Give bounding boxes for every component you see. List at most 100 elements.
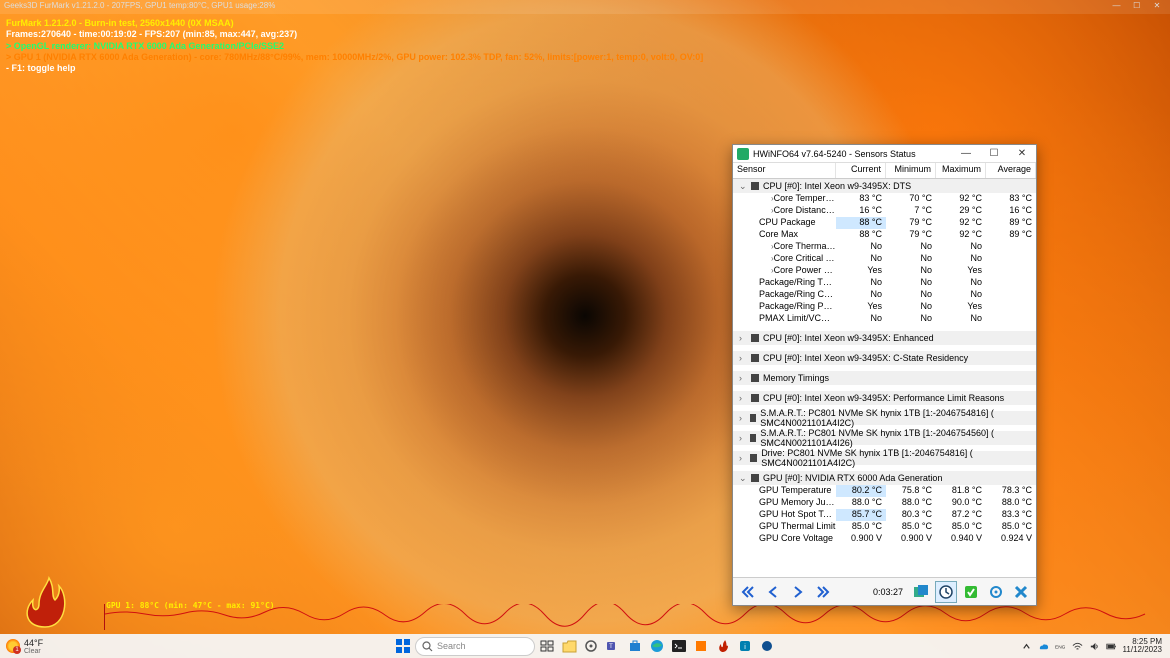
taskbar-app-hwinfo[interactable]: i bbox=[735, 636, 755, 656]
sensor-value-min: No bbox=[886, 265, 936, 277]
sensor-value-max: 92 °C bbox=[936, 217, 986, 229]
nav-next-button[interactable] bbox=[787, 581, 809, 603]
sensor-value-max: No bbox=[936, 241, 986, 253]
sensor-value-min: No bbox=[886, 277, 936, 289]
start-button[interactable] bbox=[393, 636, 413, 656]
group-smart-2[interactable]: ›S.M.A.R.T.: PC801 NVMe SK hynix 1TB [1:… bbox=[733, 431, 1036, 445]
sensor-value-avg: 88.0 °C bbox=[986, 497, 1036, 509]
taskbar-app-teams[interactable]: T bbox=[603, 636, 623, 656]
weather-widget[interactable]: 44°F Clear bbox=[6, 638, 43, 655]
sensor-value-min: 85.0 °C bbox=[886, 521, 936, 533]
svg-text:ENG: ENG bbox=[1055, 644, 1066, 650]
nav-last-button[interactable] bbox=[812, 581, 834, 603]
tray-language-icon[interactable]: ENG bbox=[1055, 641, 1066, 652]
minimize-button[interactable]: — bbox=[1108, 1, 1126, 10]
sensor-row[interactable]: ›Core Temperatures83 °C70 °C92 °C83 °C bbox=[733, 193, 1036, 205]
tray-battery-icon[interactable] bbox=[1106, 641, 1117, 652]
windows-taskbar[interactable]: 44°F Clear Search T i ENG 8:25 PM 11/12/… bbox=[0, 634, 1170, 658]
sensor-value-cur: 85.0 °C bbox=[836, 521, 886, 533]
hwinfo-titlebar[interactable]: HWiNFO64 v7.64-5240 - Sensors Status — ☐… bbox=[733, 145, 1036, 163]
taskbar-app-generic-2[interactable] bbox=[757, 636, 777, 656]
maximize-button[interactable]: ☐ bbox=[980, 145, 1008, 163]
weather-temp: 44°F bbox=[24, 638, 43, 648]
hwinfo-window[interactable]: HWiNFO64 v7.64-5240 - Sensors Status — ☐… bbox=[732, 144, 1037, 606]
reset-button[interactable] bbox=[1010, 581, 1032, 603]
tray-onedrive-icon[interactable] bbox=[1038, 641, 1049, 652]
chevron-down-icon: ⌄ bbox=[739, 473, 747, 484]
sensor-value-min: No bbox=[886, 241, 936, 253]
nav-prev-button[interactable] bbox=[762, 581, 784, 603]
sensor-row[interactable]: ›Core Distance to ...16 °C7 °C29 °C16 °C bbox=[733, 205, 1036, 217]
sensor-name: CPU Package bbox=[759, 217, 816, 227]
search-icon bbox=[422, 641, 433, 652]
logging-button[interactable] bbox=[910, 581, 932, 603]
cpu-chip-icon bbox=[751, 354, 759, 362]
taskbar-app-store[interactable] bbox=[625, 636, 645, 656]
taskbar-app-edge[interactable] bbox=[647, 636, 667, 656]
taskbar-app-explorer[interactable] bbox=[559, 636, 579, 656]
sensor-row[interactable]: Core Max88 °C79 °C92 °C89 °C bbox=[733, 229, 1036, 241]
taskbar-app-terminal[interactable] bbox=[669, 636, 689, 656]
taskbar-search[interactable]: Search bbox=[415, 637, 535, 656]
col-current[interactable]: Current bbox=[836, 163, 886, 178]
col-minimum[interactable]: Minimum bbox=[886, 163, 936, 178]
taskbar-clock[interactable]: 8:25 PM 11/12/2023 bbox=[1123, 638, 1162, 654]
sensor-row[interactable]: GPU Memory Junctio...88.0 °C88.0 °C90.0 … bbox=[733, 497, 1036, 509]
sensor-row[interactable]: GPU Temperature80.2 °C75.8 °C81.8 °C78.3… bbox=[733, 485, 1036, 497]
save-button[interactable] bbox=[960, 581, 982, 603]
maximize-button[interactable]: ☐ bbox=[1128, 1, 1146, 10]
group-cpu-dts[interactable]: ⌄CPU [#0]: Intel Xeon w9-3495X: DTS bbox=[733, 179, 1036, 193]
sensor-row[interactable]: CPU Package88 °C79 °C92 °C89 °C bbox=[733, 217, 1036, 229]
minimize-button[interactable]: — bbox=[952, 145, 980, 163]
close-button[interactable]: ✕ bbox=[1008, 145, 1036, 163]
sensor-row[interactable]: PMAX Limit/VCCIN U...NoNoNo bbox=[733, 313, 1036, 325]
sensor-value-cur: No bbox=[836, 289, 886, 301]
tray-wifi-icon[interactable] bbox=[1072, 641, 1083, 652]
sensor-value-avg bbox=[986, 265, 1036, 277]
sensor-value-min: No bbox=[886, 253, 936, 265]
taskbar-app-generic-1[interactable] bbox=[691, 636, 711, 656]
sensor-row[interactable]: GPU Thermal Limit85.0 °C85.0 °C85.0 °C85… bbox=[733, 521, 1036, 533]
hwinfo-sensor-tree[interactable]: ⌄CPU [#0]: Intel Xeon w9-3495X: DTS ›Cor… bbox=[733, 179, 1036, 577]
sensor-name: Package/Ring Power ... bbox=[759, 301, 836, 311]
sensor-value-avg bbox=[986, 253, 1036, 265]
sensor-row[interactable]: Package/Ring Critica...NoNoNo bbox=[733, 289, 1036, 301]
group-drive[interactable]: ›Drive: PC801 NVMe SK hynix 1TB [1:-2046… bbox=[733, 451, 1036, 465]
chevron-right-icon: › bbox=[739, 353, 747, 363]
sensor-value-avg bbox=[986, 277, 1036, 289]
sensor-row[interactable]: ›Core Power Limit ...YesNoYes bbox=[733, 265, 1036, 277]
tray-volume-icon[interactable] bbox=[1089, 641, 1100, 652]
sensor-value-max: No bbox=[936, 313, 986, 325]
sensor-value-avg bbox=[986, 289, 1036, 301]
clock-button[interactable] bbox=[935, 581, 957, 603]
group-cpu-perf-limit[interactable]: ›CPU [#0]: Intel Xeon w9-3495X: Performa… bbox=[733, 391, 1036, 405]
group-smart-1[interactable]: ›S.M.A.R.T.: PC801 NVMe SK hynix 1TB [1:… bbox=[733, 411, 1036, 425]
group-gpu[interactable]: ⌄GPU [#0]: NVIDIA RTX 6000 Ada Generatio… bbox=[733, 471, 1036, 485]
col-average[interactable]: Average bbox=[986, 163, 1036, 178]
col-maximum[interactable]: Maximum bbox=[936, 163, 986, 178]
gpu-temp-graph bbox=[104, 604, 1166, 630]
nav-first-button[interactable] bbox=[737, 581, 759, 603]
sensor-value-max: 81.8 °C bbox=[936, 485, 986, 497]
sensor-row[interactable]: GPU Core Voltage0.900 V0.900 V0.940 V0.9… bbox=[733, 533, 1036, 545]
group-label: CPU [#0]: Intel Xeon w9-3495X: DTS bbox=[763, 181, 911, 191]
hwinfo-column-header[interactable]: Sensor Current Minimum Maximum Average bbox=[733, 163, 1036, 179]
group-cpu-enhanced[interactable]: ›CPU [#0]: Intel Xeon w9-3495X: Enhanced bbox=[733, 331, 1036, 345]
settings-button[interactable] bbox=[985, 581, 1007, 603]
sensor-row[interactable]: Package/Ring Power ...YesNoYes bbox=[733, 301, 1036, 313]
sensor-value-max: 92 °C bbox=[936, 193, 986, 205]
group-memory-timings[interactable]: ›Memory Timings bbox=[733, 371, 1036, 385]
taskbar-app-furmark[interactable] bbox=[713, 636, 733, 656]
col-sensor[interactable]: Sensor bbox=[733, 163, 836, 178]
sensor-row[interactable]: GPU Hot Spot Tempe...85.7 °C80.3 °C87.2 … bbox=[733, 509, 1036, 521]
drive-icon bbox=[750, 414, 757, 422]
group-cpu-cstate[interactable]: ›CPU [#0]: Intel Xeon w9-3495X: C-State … bbox=[733, 351, 1036, 365]
sensor-row[interactable]: ›Core Critical Tem...NoNoNo bbox=[733, 253, 1036, 265]
task-view-button[interactable] bbox=[537, 636, 557, 656]
sensor-row[interactable]: Package/Ring Therma...NoNoNo bbox=[733, 277, 1036, 289]
taskbar-app-settings[interactable] bbox=[581, 636, 601, 656]
sensor-name: PMAX Limit/VCCIN U... bbox=[759, 313, 836, 323]
close-button[interactable]: ✕ bbox=[1148, 1, 1166, 10]
sensor-row[interactable]: ›Core Thermal Thr...NoNoNo bbox=[733, 241, 1036, 253]
tray-overflow-icon[interactable] bbox=[1021, 641, 1032, 652]
